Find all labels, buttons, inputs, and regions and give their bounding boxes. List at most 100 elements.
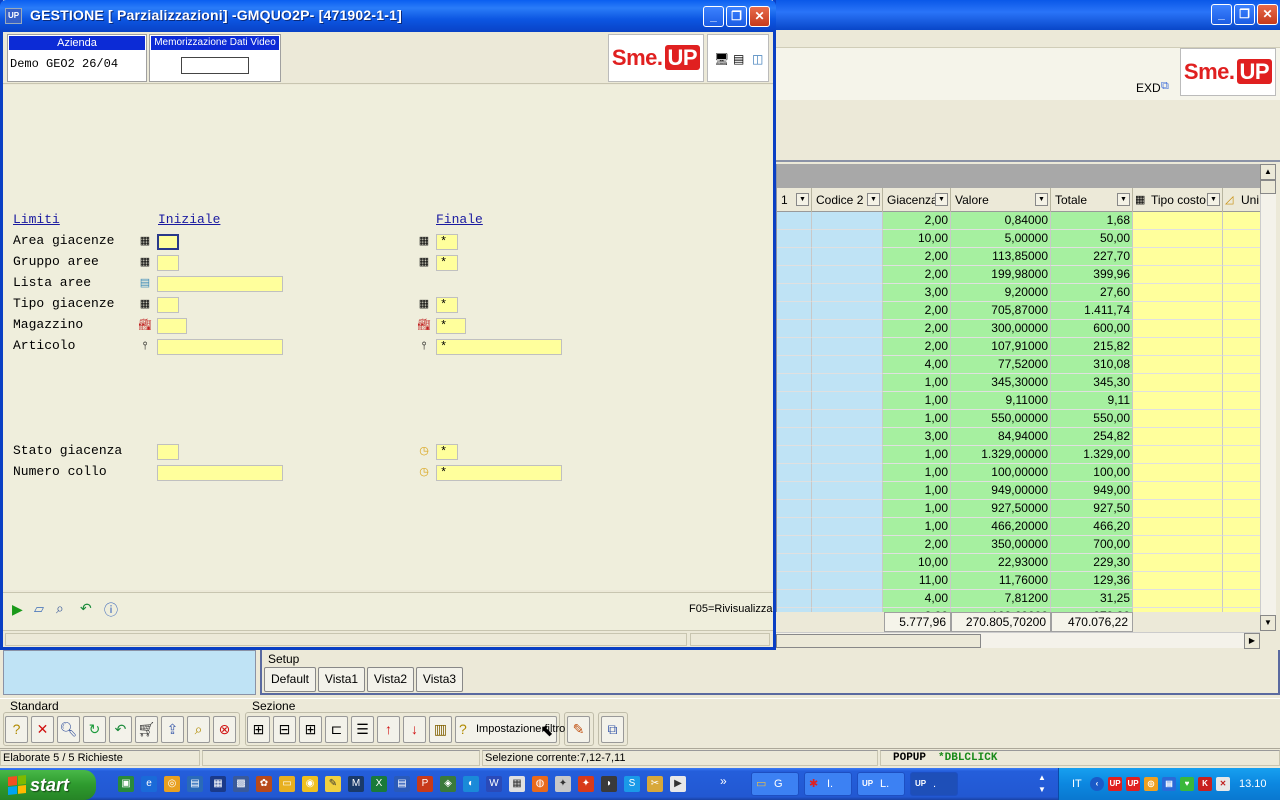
table-cell[interactable]: 1,00: [883, 446, 951, 464]
table-cell[interactable]: 100,00: [1051, 464, 1133, 482]
table-icon[interactable]: ▦: [138, 297, 152, 311]
table-cell-empty[interactable]: [1223, 338, 1260, 356]
table-cell[interactable]: 949,00: [1051, 482, 1133, 500]
column-header[interactable]: Valore ▼: [951, 188, 1051, 212]
table-icon[interactable]: ▦: [417, 234, 431, 248]
table-cell-empty[interactable]: [777, 428, 812, 446]
table-cell[interactable]: 1,00: [883, 392, 951, 410]
tray-icon[interactable]: ♥: [1180, 777, 1194, 791]
table-cell[interactable]: 31,25: [1051, 590, 1133, 608]
magazzino-start-input[interactable]: [157, 318, 187, 334]
table-cell-empty[interactable]: [1223, 464, 1260, 482]
table-cell-empty[interactable]: [812, 500, 883, 518]
warehouse-icon[interactable]: 🏭︎: [138, 318, 152, 332]
table-cell-empty[interactable]: [1133, 446, 1223, 464]
table-row[interactable]: 3,00 84,94000 254,82: [777, 428, 1260, 446]
table-cell-empty[interactable]: [1223, 554, 1260, 572]
tray-icon[interactable]: K: [1198, 777, 1212, 791]
table-cell-empty[interactable]: [1133, 284, 1223, 302]
table-cell-empty[interactable]: [1133, 554, 1223, 572]
table-cell-empty[interactable]: [1223, 248, 1260, 266]
table-cell-empty[interactable]: [812, 518, 883, 536]
close-icon[interactable]: ✕: [749, 6, 770, 27]
table-cell-empty[interactable]: [1133, 464, 1223, 482]
monitor-icon[interactable]: 🖥︎: [714, 52, 729, 66]
close-icon[interactable]: ✕: [1257, 4, 1278, 25]
language-indicator[interactable]: IT: [1072, 778, 1082, 790]
quicklaunch-icon[interactable]: ◎: [164, 776, 180, 792]
quicklaunch-icon[interactable]: ▤: [394, 776, 410, 792]
edit-doc-icon[interactable]: ✎: [567, 716, 590, 743]
table-cell[interactable]: 310,08: [1051, 356, 1133, 374]
table-row[interactable]: 3,00 9,20000 27,60: [777, 284, 1260, 302]
table-row[interactable]: 1,00 927,50000 927,50: [777, 500, 1260, 518]
back-arrow-icon[interactable]: ↶: [80, 600, 92, 617]
table-cell-empty[interactable]: [812, 464, 883, 482]
table-cell[interactable]: 113,85000: [951, 248, 1051, 266]
view-vista3-button[interactable]: Vista3: [416, 667, 463, 692]
table-row[interactable]: 2,00 113,85000 227,70: [777, 248, 1260, 266]
table-cell-empty[interactable]: [777, 500, 812, 518]
table-row[interactable]: 10,00 5,00000 50,00: [777, 230, 1260, 248]
chevron-right-icon[interactable]: »: [720, 774, 727, 788]
view-default-button[interactable]: Default: [264, 667, 316, 692]
scroll-thumb[interactable]: [776, 634, 981, 648]
table-cell-empty[interactable]: [777, 446, 812, 464]
table-cell[interactable]: 199,98000: [951, 266, 1051, 284]
export-icon[interactable]: ⇪: [161, 716, 184, 743]
table-cell[interactable]: 3,00: [883, 428, 951, 446]
document-icon[interactable]: ▤: [733, 52, 744, 66]
tipo-giacenze-end-input[interactable]: *: [436, 297, 458, 313]
table-cell-empty[interactable]: [812, 392, 883, 410]
info-icon[interactable]: ⓘ: [104, 600, 118, 620]
scroll-down-icon[interactable]: ▼: [1260, 615, 1276, 631]
table-cell-empty[interactable]: [1223, 230, 1260, 248]
screw-icon[interactable]: ⫯: [417, 339, 431, 353]
area-giacenze-start-input[interactable]: [157, 234, 179, 250]
table-cell-empty[interactable]: [1223, 518, 1260, 536]
table-cell[interactable]: 9,11000: [951, 392, 1051, 410]
vertical-scrollbar[interactable]: ▲ ▼: [1260, 164, 1276, 631]
clock[interactable]: 13.10: [1239, 778, 1267, 790]
table-cell[interactable]: 50,00: [1051, 230, 1133, 248]
minimize-icon[interactable]: _: [1211, 4, 1232, 25]
table-cell-empty[interactable]: [812, 212, 883, 230]
table-cell[interactable]: 107,91000: [951, 338, 1051, 356]
table-cell-empty[interactable]: [777, 554, 812, 572]
table-cell-empty[interactable]: [812, 374, 883, 392]
table-row[interactable]: 4,00 7,81200 31,25: [777, 590, 1260, 608]
quicklaunch-icon[interactable]: ▣: [118, 776, 134, 792]
table-row[interactable]: 1,00 100,00000 100,00: [777, 464, 1260, 482]
table-cell-empty[interactable]: [812, 482, 883, 500]
table-cell-empty[interactable]: [777, 302, 812, 320]
quicklaunch-icon[interactable]: ▶: [670, 776, 686, 792]
help-icon[interactable]: ?: [5, 716, 28, 743]
arrow-up-icon[interactable]: ↑: [377, 716, 400, 743]
table-cell[interactable]: 1.329,00: [1051, 446, 1133, 464]
table-cell[interactable]: 1,00: [883, 500, 951, 518]
table-icon[interactable]: ▦: [417, 255, 431, 269]
table-cell-empty[interactable]: [777, 284, 812, 302]
table-row[interactable]: 4,00 77,52000 310,08: [777, 356, 1260, 374]
table-cell[interactable]: 466,20000: [951, 518, 1051, 536]
collapse-icon[interactable]: ⊟: [273, 716, 296, 743]
table-cell-empty[interactable]: [1133, 428, 1223, 446]
table-cell-empty[interactable]: [1223, 536, 1260, 554]
quicklaunch-icon[interactable]: ▦: [210, 776, 226, 792]
table-cell[interactable]: 345,30000: [951, 374, 1051, 392]
lista-aree-input[interactable]: [157, 276, 283, 292]
eraser-icon[interactable]: ▱: [34, 601, 44, 617]
table-icon[interactable]: ▦: [417, 297, 431, 311]
table-cell-empty[interactable]: [812, 554, 883, 572]
table-cell-empty[interactable]: [777, 482, 812, 500]
search-icon[interactable]: 🔍︎: [57, 716, 80, 743]
numero-collo-end-input[interactable]: *: [436, 465, 562, 481]
table-cell-empty[interactable]: [1133, 482, 1223, 500]
table-cell-empty[interactable]: [812, 338, 883, 356]
column-header[interactable]: Totale ▼: [1051, 188, 1133, 212]
table-cell[interactable]: 1.411,74: [1051, 302, 1133, 320]
table-cell[interactable]: 229,30: [1051, 554, 1133, 572]
table-cell-empty[interactable]: [1223, 590, 1260, 608]
scroll-up-icon[interactable]: ▲: [1260, 164, 1276, 180]
table-row[interactable]: 10,00 22,93000 229,30: [777, 554, 1260, 572]
